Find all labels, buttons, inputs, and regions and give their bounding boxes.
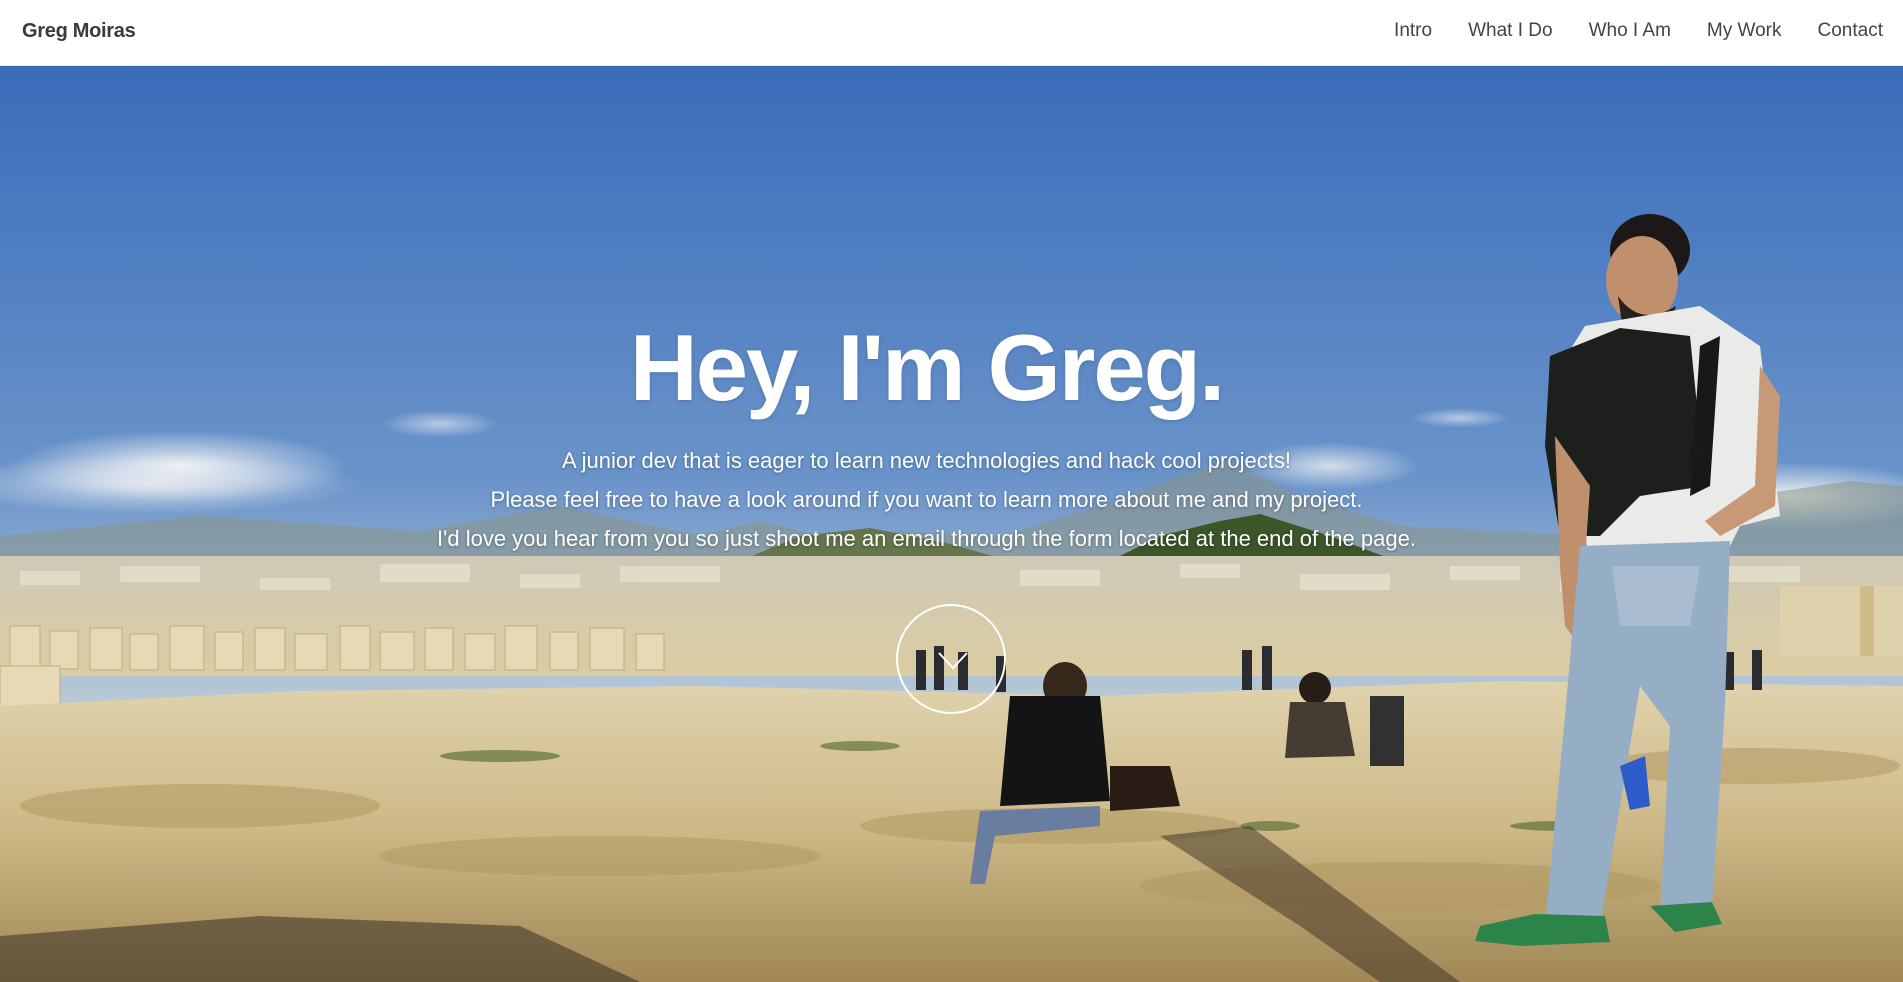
chevron-down-icon [938, 652, 968, 670]
hero-section: Hey, I'm Greg. A junior dev that is eage… [0, 66, 1903, 982]
nav-link-my-work[interactable]: My Work [1707, 20, 1782, 42]
hero-line-2: Please feel free to have a look around i… [490, 487, 1363, 512]
nav-link-intro[interactable]: Intro [1394, 20, 1432, 42]
hero-description: A junior dev that is eager to learn new … [0, 441, 1903, 558]
hero-line-3: I'd love you hear from you so just shoot… [437, 526, 1416, 551]
nav-link-contact[interactable]: Contact [1818, 20, 1883, 42]
top-navbar: Greg Moiras Intro What I Do Who I Am My … [0, 0, 1903, 66]
hero-content: Hey, I'm Greg. A junior dev that is eage… [0, 321, 1903, 558]
hero-line-1: A junior dev that is eager to learn new … [562, 448, 1291, 473]
brand-logo[interactable]: Greg Moiras [22, 20, 136, 43]
main-nav: Intro What I Do Who I Am My Work Contact [1394, 20, 1883, 42]
scroll-down-button[interactable] [896, 604, 1006, 714]
nav-link-what-i-do[interactable]: What I Do [1468, 20, 1552, 42]
hero-title: Hey, I'm Greg. [629, 315, 1225, 420]
nav-link-who-i-am[interactable]: Who I Am [1589, 20, 1671, 42]
